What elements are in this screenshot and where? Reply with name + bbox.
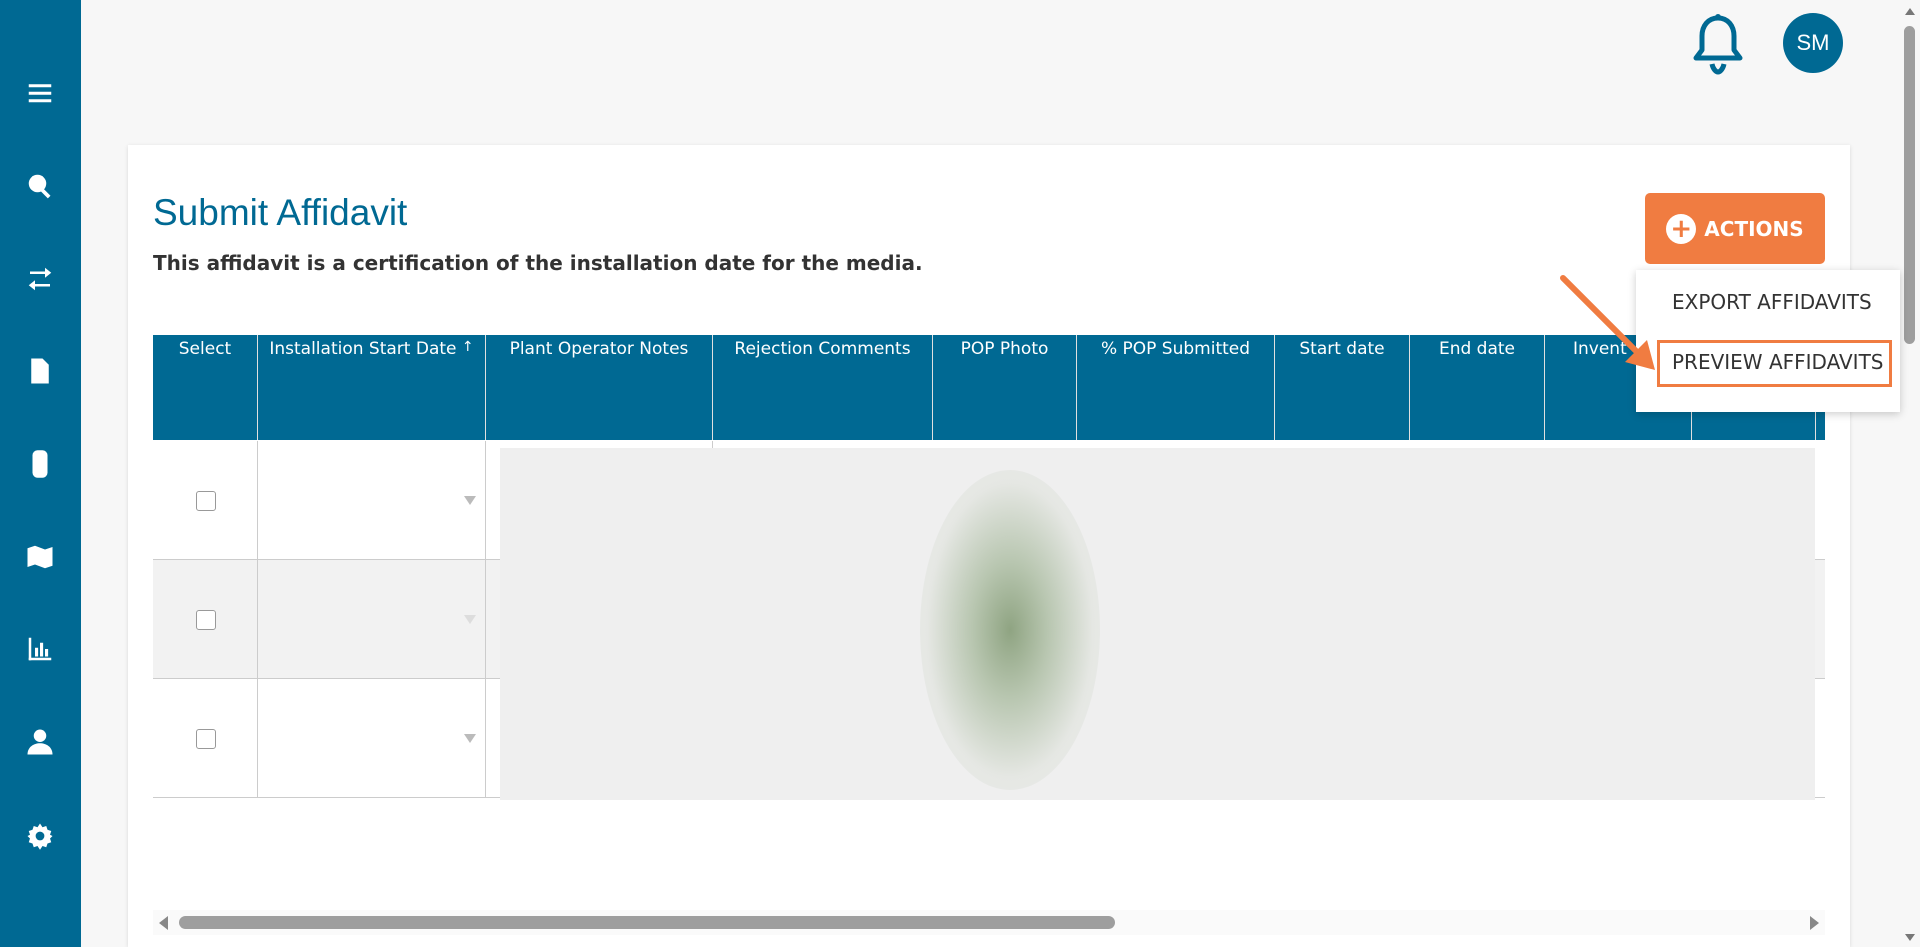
bar-chart-icon[interactable] [22, 631, 58, 667]
search-analytics-icon[interactable] [22, 168, 58, 204]
scroll-right-icon[interactable] [1810, 916, 1819, 930]
transfer-icon[interactable] [22, 261, 58, 297]
chevron-down-icon[interactable] [464, 496, 476, 505]
page-subtitle: This affidavit is a certification of the… [153, 251, 923, 275]
invoice-icon[interactable] [22, 353, 58, 389]
scroll-thumb[interactable] [1904, 26, 1915, 344]
row-checkbox[interactable] [196, 491, 216, 511]
column-label: Select [178, 339, 232, 359]
redacted-photo [920, 470, 1100, 790]
page-title: Submit Affidavit [153, 192, 408, 233]
avatar[interactable]: SM [1783, 13, 1843, 73]
column-installation-start-date[interactable]: Installation Start Date ↑ [258, 335, 486, 440]
column-label: Rejection Comments [734, 339, 911, 359]
select-cell [153, 679, 258, 798]
column-label: % POP Submitted [1100, 339, 1251, 359]
chevron-down-icon[interactable] [464, 615, 476, 624]
installation-date-cell[interactable] [258, 679, 486, 798]
column-label: POP Photo [960, 339, 1049, 359]
annotation-arrow-icon [1560, 275, 1655, 370]
plus-circle-icon: + [1666, 213, 1697, 244]
redacted-content [500, 448, 1815, 800]
notification-bell-icon[interactable] [1690, 12, 1746, 76]
column-plant-operator-notes[interactable]: Plant Operator Notes [486, 335, 713, 440]
select-cell [153, 560, 258, 679]
chevron-down-icon[interactable] [464, 734, 476, 743]
column-end-date[interactable]: End date [1410, 335, 1545, 440]
row-checkbox[interactable] [196, 610, 216, 630]
column-select[interactable]: Select [153, 335, 258, 440]
column-start-date[interactable]: Start date [1275, 335, 1410, 440]
sidebar [0, 0, 81, 947]
sort-arrow-icon[interactable]: ↑ [462, 339, 474, 355]
actions-button[interactable]: + ACTIONS [1645, 193, 1825, 264]
row-checkbox[interactable] [196, 729, 216, 749]
settings-icon[interactable] [22, 818, 58, 854]
column-label: End date [1438, 339, 1516, 359]
installation-date-cell[interactable] [258, 441, 486, 560]
scroll-left-icon[interactable] [159, 916, 168, 930]
actions-button-label: ACTIONS [1704, 216, 1804, 241]
horizontal-scrollbar[interactable] [153, 910, 1825, 935]
user-icon[interactable] [22, 724, 58, 760]
map-icon[interactable] [22, 539, 58, 575]
scroll-thumb[interactable] [179, 916, 1115, 929]
menu-item-export-affidavits[interactable]: EXPORT AFFIDAVITS [1672, 290, 1872, 314]
vertical-scrollbar[interactable] [1900, 0, 1920, 947]
column-label: Start date [1299, 339, 1385, 359]
page-subtitle-text: This affidavit is a certification of the… [153, 251, 923, 275]
column-pop-photo[interactable]: POP Photo [933, 335, 1077, 440]
installation-date-cell[interactable] [258, 560, 486, 679]
traffic-light-icon[interactable] [22, 446, 58, 482]
select-cell [153, 441, 258, 560]
column-label: Plant Operator Notes [509, 339, 689, 359]
column-pop-submitted[interactable]: % POP Submitted [1077, 335, 1275, 440]
scroll-down-icon[interactable] [1905, 934, 1915, 941]
column-rejection-comments[interactable]: Rejection Comments [713, 335, 933, 440]
column-label: Installation Start Date [269, 339, 457, 359]
highlight-box [1657, 340, 1892, 387]
menu-icon[interactable] [22, 75, 58, 111]
scroll-up-icon[interactable] [1905, 8, 1915, 15]
